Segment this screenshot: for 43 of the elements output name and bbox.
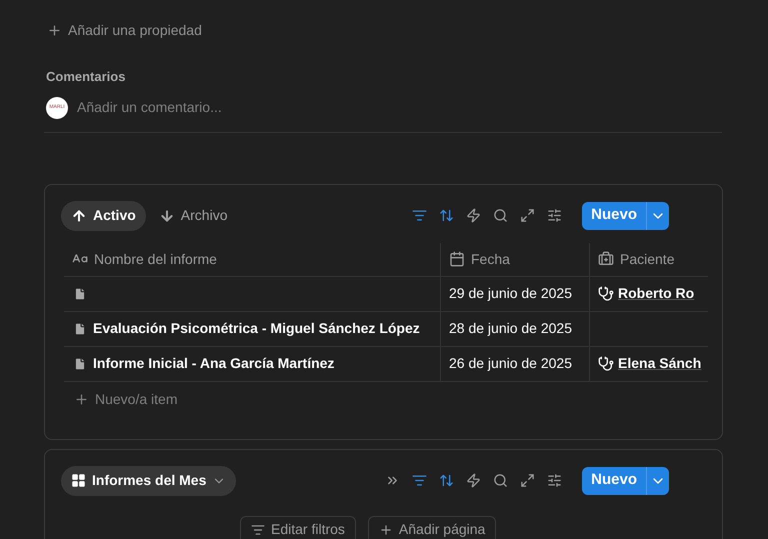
sort-icon [438,473,454,488]
add-property-button[interactable]: Añadir una propiedad [44,20,202,40]
settings-icon [546,208,562,223]
table-cell: 29 de junio de 2025 [440,276,589,310]
document-icon [73,286,87,300]
stethoscope-icon [598,356,614,372]
action-button[interactable]: Añadir página [368,516,496,539]
search-icon [492,208,508,223]
medical-kit-icon [598,251,614,267]
table-cell: 28 de junio de 2025 [440,312,589,346]
table-cell: 26 de junio de 2025 [440,346,589,380]
lightning-icon [466,473,481,488]
search-icon [492,473,508,488]
action-button[interactable]: Editar filtros [240,516,356,539]
view-tab[interactable]: Activo [61,200,146,230]
plus-icon [378,522,393,536]
grid-icon [71,473,86,488]
calendar-icon [449,251,465,267]
plus-icon [74,392,89,406]
comment-field[interactable]: Añadir un comentario... [77,97,377,118]
column-header[interactable]: Fecha [440,242,589,276]
stethoscope-icon [598,286,614,302]
sort-icon [438,208,454,223]
patient-link[interactable]: Elena Sánch [618,353,702,374]
view-tab[interactable]: Archivo [148,200,238,230]
document-icon [73,356,87,370]
lightning-icon [466,208,481,223]
plus-icon [47,22,62,38]
new-item-button[interactable]: Nuevo/a item [64,382,188,416]
document-icon [73,322,87,336]
table-cell[interactable]: Informe Inicial - Ana García Martínez [64,346,440,380]
patient-link[interactable]: Roberto Ro [618,283,694,304]
comments-title: Comentarios [45,68,126,86]
column-header[interactable]: Nombre del informe [64,242,440,276]
filter-icon [251,522,265,536]
settings-icon [546,473,562,488]
column-header[interactable]: Paciente [589,242,708,276]
view-selector[interactable]: Informes del Mes [61,466,236,496]
filter-icon [412,473,427,488]
expand-icon [520,208,535,223]
expand-icon [520,473,535,488]
table-cell[interactable]: Evaluación Psicométrica - Miguel Sánchez López [64,312,440,346]
filter-icon [412,208,427,223]
